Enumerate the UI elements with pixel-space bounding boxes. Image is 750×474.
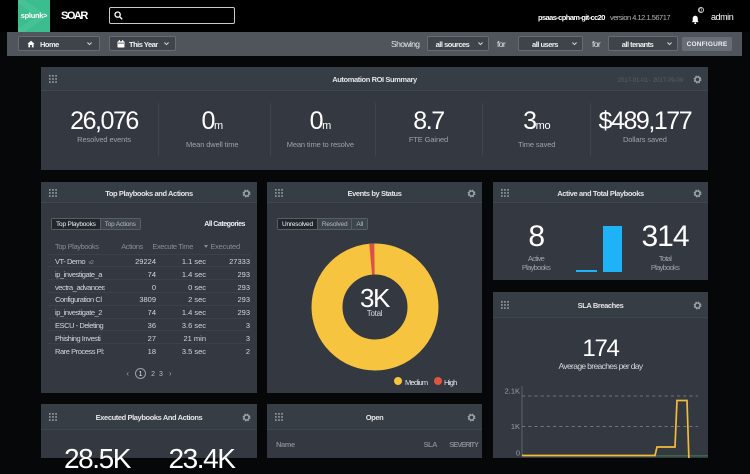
svg-text:2.1K: 2.1K [505,387,520,396]
svg-text:1K: 1K [511,422,520,431]
svg-text:0: 0 [516,449,520,458]
